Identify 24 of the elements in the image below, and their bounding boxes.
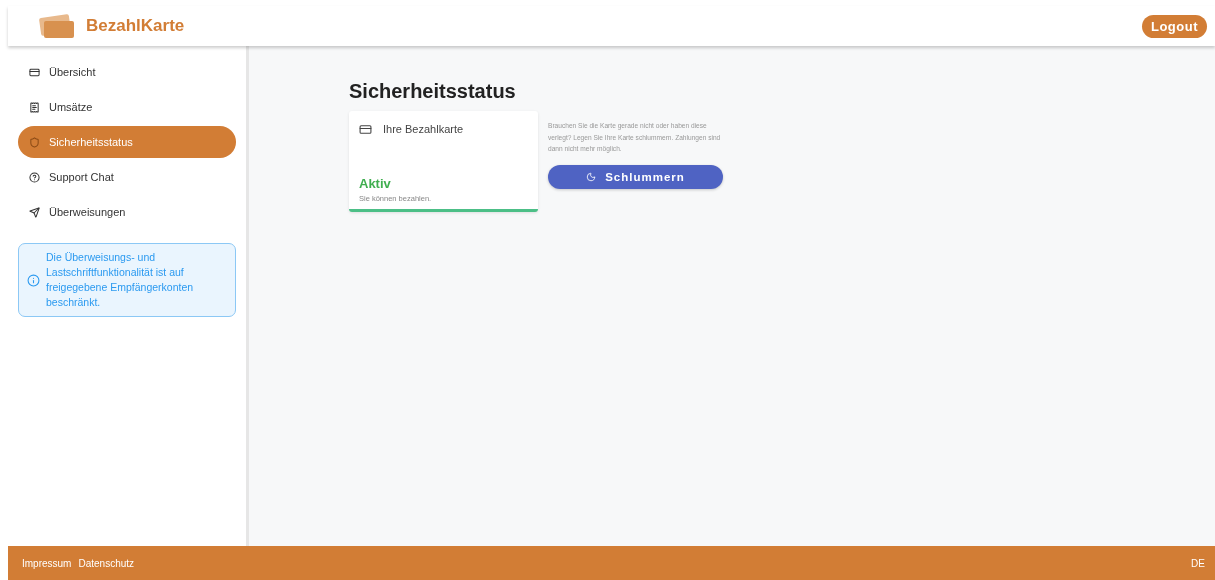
logo-icon [38,13,74,39]
shield-icon [29,136,40,148]
footer-link[interactable]: Datenschutz [78,557,135,569]
footer-link[interactable]: Impressum [22,557,72,569]
language-label[interactable]: DE [1191,557,1205,569]
status-label: Aktiv [359,176,392,191]
card-icon [359,123,372,136]
send-icon [29,206,40,218]
receipt-icon [29,101,40,113]
brand-name: BezahlKarte [86,16,185,36]
sidebar-item[interactable]: Umsätze [18,91,236,123]
logout-button[interactable]: Logout [1141,14,1207,38]
moon-icon [586,171,597,182]
notice-text: Die Überweisungs- und Lastschriftfunktionalität ist auf freigegebene Empfängerkonten beschränkt. [46,250,195,310]
info-icon [27,273,40,287]
card-label: Ihre Bezahlkarte [383,123,464,135]
sidebar-item[interactable]: Support Chat [18,161,236,193]
card-icon [29,66,40,78]
page-title: Sicherheitsstatus [349,80,517,103]
snooze-button[interactable]: Schlummern [548,164,723,189]
help-icon [29,171,40,183]
sidebar-item[interactable]: Überweisungen [18,196,236,228]
sidebar-item[interactable]: Übersicht [18,56,236,88]
sidebar-item[interactable]: Sicherheitsstatus [18,126,236,158]
